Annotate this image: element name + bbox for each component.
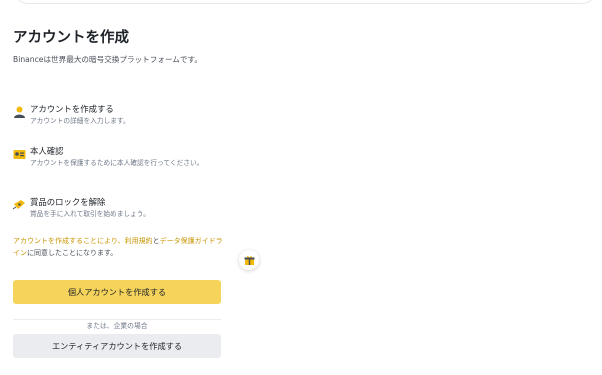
terms-of-use-link[interactable]: アカウントを作成することにより、利用規約 bbox=[13, 237, 153, 245]
step-description: アカウントの詳細を入力します。 bbox=[30, 117, 130, 125]
step-description: アカウントを保護するために本人確認を行ってください。 bbox=[30, 159, 204, 167]
id-card-icon bbox=[13, 145, 26, 159]
step-description: 賞品を手に入れて取引を始めましょう。 bbox=[30, 210, 150, 218]
gift-icon bbox=[244, 251, 255, 270]
or-label: または、企業の場合 bbox=[78, 322, 156, 330]
terms-suffix: に同意したことになります。 bbox=[27, 249, 118, 257]
gift-button[interactable] bbox=[239, 250, 259, 270]
step-title: 本人確認 bbox=[30, 146, 64, 156]
step-title: 賞品のロックを解除 bbox=[30, 197, 106, 207]
terms-text: アカウントを作成することにより、利用規約とデータ保護ガイドラインに同意したことに… bbox=[13, 235, 225, 259]
or-separator: または、企業の場合 bbox=[13, 313, 221, 332]
page-title: アカウントを作成 bbox=[13, 30, 129, 46]
ticket-icon bbox=[12, 196, 26, 210]
create-entity-account-button[interactable]: エンティティアカウントを作成する bbox=[13, 334, 221, 358]
step-title: アカウントを作成する bbox=[30, 104, 114, 114]
top-card-edge bbox=[14, 0, 596, 4]
person-icon bbox=[13, 103, 26, 118]
page-description: Binanceは世界最大の暗号交換プラットフォームです。 bbox=[13, 55, 202, 64]
terms-connector: と bbox=[152, 237, 160, 245]
create-personal-account-button[interactable]: 個人アカウントを作成する bbox=[13, 280, 221, 304]
